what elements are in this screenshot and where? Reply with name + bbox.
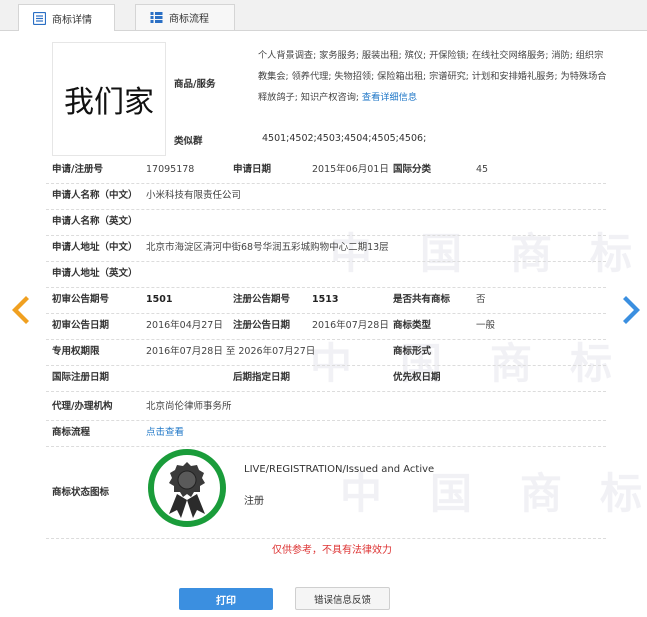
reg-no-value: 17095178 [146,164,195,175]
goods-services-text: 个人背景调查; 家务服务; 服装出租; 殡仪; 开保险锁; 在线社交网络服务; … [258,50,607,103]
info-row-registration: 申请/注册号 17095178 申请日期 2015年06月01日 国际分类 45 [46,157,606,184]
info-row-announcement-date: 初审公告日期 2016年04月27日 注册公告日期 2016年07月28日 商标… [46,313,606,340]
info-row-address-en: 申请人地址（英文） [46,261,606,288]
later-date-label: 后期指定日期 [233,372,291,383]
tm-type-label: 商标类型 [393,320,432,331]
agent-label: 代理/办理机构 [52,401,113,412]
prelim-date-label: 初审公告日期 [52,320,110,331]
watermark-char: 标 [600,469,643,518]
view-details-link[interactable]: 查看详细信息 [362,92,417,103]
tab-trademark-flow[interactable]: 商标流程 [135,4,235,30]
address-cn-value: 北京市海淀区清河中街68号华润五彩城购物中心二期13层 [146,242,389,253]
applicant-cn-value: 小米科技有限责任公司 [146,190,242,201]
status-icon-label: 商标状态图标 [52,487,110,498]
tab-trademark-detail-label: 商标详情 [52,14,92,26]
prelim-no-value: 1501 [146,294,173,305]
exclusive-label: 专用权期限 [52,346,100,357]
tm-form-label: 商标形式 [393,346,432,357]
document-icon [33,11,46,25]
reg-pub-no-value: 1513 [312,294,339,305]
next-arrow-icon[interactable] [622,294,642,326]
apply-date-value: 2015年06月01日 [312,164,389,175]
prev-arrow-icon[interactable] [10,294,30,326]
intl-class-value: 45 [476,164,489,175]
reg-pub-date-value: 2016年07月28日 [312,320,389,331]
similar-group-label: 类似群 [174,136,203,147]
reg-no-label: 申请/注册号 [52,164,103,175]
prelim-date-value: 2016年04月27日 [146,320,223,331]
reg-pub-no-label: 注册公告期号 [233,294,291,305]
info-row-applicant-en: 申请人名称（英文） [46,209,606,236]
info-row-announcement-no: 初审公告期号 1501 注册公告期号 1513 是否共有商标 否 [46,287,606,314]
intl-class-label: 国际分类 [393,164,432,175]
reg-pub-date-label: 注册公告日期 [233,320,291,331]
info-row-flow: 商标流程 点击查看 [46,420,606,447]
disclaimer-note: 仅供参考，不具有法律效力 [272,545,392,556]
intl-reg-date-label: 国际注册日期 [52,372,110,383]
info-row-applicant-cn: 申请人名称（中文） 小米科技有限责任公司 [46,183,606,210]
address-cn-label: 申请人地址（中文） [52,242,138,253]
status-row: 商标状态图标 LIVE/REGISTRATION/Issued and Acti… [46,446,606,539]
status-text-en: LIVE/REGISTRATION/Issued and Active [244,464,435,475]
tab-trademark-detail[interactable]: 商标详情 [18,4,115,31]
print-button[interactable]: 打印 [179,588,273,610]
shared-label: 是否共有商标 [393,294,451,305]
tab-trademark-flow-label: 商标流程 [169,14,209,25]
prelim-no-label: 初审公告期号 [52,294,110,305]
applicant-cn-label: 申请人名称（中文） [52,190,138,201]
trademark-image-text: 我们家 [64,85,154,120]
list-icon [150,12,163,23]
status-text-cn: 注册 [244,496,264,507]
flow-view-link[interactable]: 点击查看 [146,420,184,446]
info-row-agent: 代理/办理机构 北京尚伦律师事务所 [46,394,606,421]
shared-value: 否 [476,294,486,305]
address-en-label: 申请人地址（英文） [52,268,138,279]
registered-seal-icon [148,449,226,527]
agent-value: 北京尚伦律师事务所 [146,401,232,412]
applicant-en-label: 申请人名称（英文） [52,216,138,227]
info-row-address-cn: 申请人地址（中文） 北京市海淀区清河中街68号华润五彩城购物中心二期13层 [46,235,606,262]
apply-date-label: 申请日期 [233,164,272,175]
goods-services-value: 个人背景调查; 家务服务; 服装出租; 殡仪; 开保险锁; 在线社交网络服务; … [258,45,608,108]
info-row-dates: 国际注册日期 后期指定日期 优先权日期 [46,365,606,392]
trademark-image: 我们家 [52,42,166,156]
priority-date-label: 优先权日期 [393,372,441,383]
error-feedback-button[interactable]: 错误信息反馈 [295,587,390,610]
flow-label: 商标流程 [52,427,91,438]
similar-group-value: 4501;4502;4503;4504;4505;4506; [262,133,427,144]
tab-bar: 商标详情 商标流程 [0,0,647,31]
exclusive-value: 2016年07月28日 至 2026年07月27日 [146,346,316,357]
goods-services-label: 商品/服务 [174,79,216,90]
tm-type-value: 一般 [476,320,496,331]
info-row-exclusive: 专用权期限 2016年07月28日 至 2026年07月27日 商标形式 [46,339,606,366]
